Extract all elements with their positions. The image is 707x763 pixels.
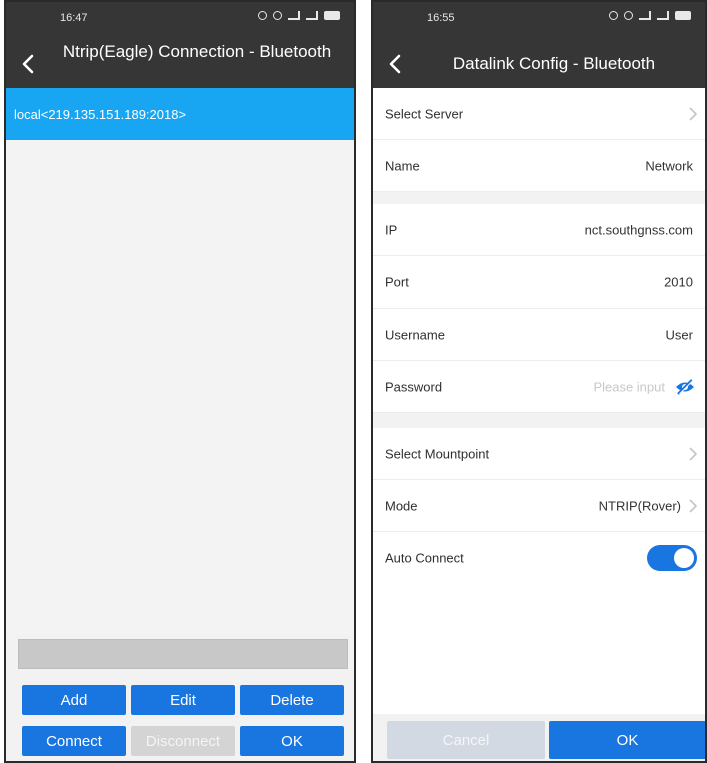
alarm-icon	[258, 11, 267, 20]
chevron-right-icon	[689, 446, 697, 461]
select-server-label: Select Server	[385, 106, 464, 121]
page-title: Ntrip(Eagle) Connection - Bluetooth	[62, 42, 332, 61]
password-label: Password	[385, 379, 443, 394]
cancel-button[interactable]: Cancel	[387, 721, 545, 759]
ok-button[interactable]: OK	[549, 721, 705, 759]
username-row[interactable]: Username User	[373, 309, 705, 361]
eye-off-icon[interactable]	[675, 378, 695, 395]
back-arrow-icon	[22, 54, 34, 74]
port-row[interactable]: Port 2010	[373, 256, 705, 309]
chevron-right-icon	[689, 106, 697, 121]
signal-icon-2	[657, 11, 669, 20]
edit-button[interactable]: Edit	[131, 685, 235, 715]
name-value[interactable]: Network	[645, 158, 693, 173]
auto-connect-toggle[interactable]	[647, 545, 697, 571]
add-button[interactable]: Add	[22, 685, 126, 715]
content-filler	[373, 584, 705, 714]
back-button[interactable]	[383, 50, 407, 78]
toggle-knob	[674, 548, 694, 568]
status-time: 16:47	[60, 12, 88, 24]
ip-label: IP	[385, 222, 398, 237]
connection-list	[6, 140, 354, 634]
password-row[interactable]: Password Please input	[373, 361, 705, 413]
ok-button[interactable]: OK	[240, 726, 344, 756]
select-mountpoint-row[interactable]: Select Mountpoint	[373, 428, 705, 480]
signal-icon	[288, 11, 300, 20]
select-server-row[interactable]: Select Server	[373, 88, 705, 140]
username-label: Username	[385, 327, 445, 342]
alarm-icon	[609, 11, 618, 20]
ip-row[interactable]: IP nct.southgnss.com	[373, 204, 705, 256]
mode-label: Mode	[385, 498, 418, 513]
password-input[interactable]: Please input	[593, 379, 665, 394]
back-arrow-icon	[389, 54, 401, 74]
signal-icon	[639, 11, 651, 20]
info-bar	[18, 639, 348, 669]
signal-icon-2	[306, 11, 318, 20]
bluetooth-icon	[273, 11, 282, 20]
bluetooth-icon	[624, 11, 633, 20]
mode-value[interactable]: NTRIP(Rover)	[599, 498, 681, 513]
select-mountpoint-label: Select Mountpoint	[385, 446, 490, 461]
status-icons	[258, 11, 340, 20]
port-value[interactable]: 2010	[664, 275, 693, 290]
battery-icon	[675, 11, 691, 20]
page-title: Datalink Config - Bluetooth	[452, 54, 656, 73]
chevron-right-icon	[689, 498, 697, 513]
status-bar: 16:47	[6, 10, 354, 28]
delete-button[interactable]: Delete	[240, 685, 344, 715]
mode-row[interactable]: Mode NTRIP(Rover)	[373, 480, 705, 532]
status-bar: 16:55	[373, 10, 705, 28]
port-label: Port	[385, 274, 409, 290]
ntrip-connection-screen: 16:47 Ntrip(Eagle) Connection - Bluetoot…	[4, 0, 356, 763]
top-bar: 16:47 Ntrip(Eagle) Connection - Bluetoot…	[6, 2, 354, 88]
username-value[interactable]: User	[666, 327, 693, 342]
connection-label: local<219.135.151.189:2018>	[14, 106, 187, 122]
auto-connect-row: Auto Connect	[373, 532, 705, 584]
auto-connect-label: Auto Connect	[385, 550, 464, 566]
datalink-config-screen: 16:55 Datalink Config - Bluetooth Select…	[371, 0, 707, 763]
back-button[interactable]	[16, 50, 40, 78]
ip-value[interactable]: nct.southgnss.com	[585, 222, 693, 237]
top-bar: 16:55 Datalink Config - Bluetooth	[373, 2, 705, 88]
status-time: 16:55	[427, 12, 455, 24]
disconnect-button[interactable]: Disconnect	[131, 726, 235, 756]
connect-button[interactable]: Connect	[22, 726, 126, 756]
name-label: Name	[385, 158, 420, 173]
connection-list-item[interactable]: local<219.135.151.189:2018>	[6, 88, 354, 140]
name-row[interactable]: Name Network	[373, 140, 705, 192]
status-icons	[609, 11, 691, 20]
battery-icon	[324, 11, 340, 20]
